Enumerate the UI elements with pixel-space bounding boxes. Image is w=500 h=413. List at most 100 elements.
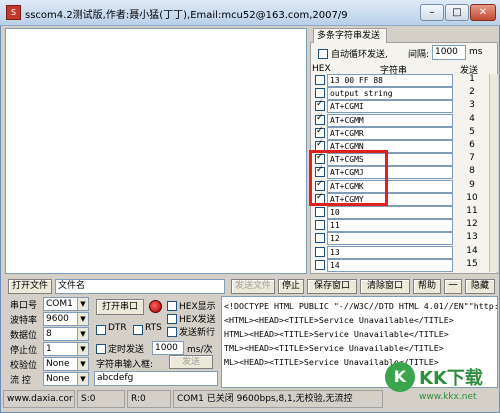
interval-unit: ms — [469, 47, 483, 57]
window-title: sscom4.2测试版,作者:聂小猛(丁丁),Email:mcu52@163.c… — [25, 10, 348, 21]
receive-area[interactable] — [5, 28, 307, 274]
log-line: HTML><HEAD><TITLE>Service Unavailable</T… — [224, 329, 449, 339]
row-hex-checkbox[interactable] — [315, 88, 325, 99]
string-input[interactable]: abcdefg — [94, 371, 218, 386]
row-send-button[interactable]: 12 — [462, 219, 482, 229]
row-send-button[interactable]: 5 — [462, 127, 482, 137]
row-send-button[interactable]: 2 — [462, 87, 482, 97]
maximize-button[interactable]: □ — [445, 4, 469, 21]
row-send-button[interactable]: 13 — [462, 232, 482, 242]
received-count: R:0 — [127, 390, 171, 408]
data-bits-select[interactable]: 8 ▼ — [43, 327, 89, 341]
minimize-button[interactable]: – — [420, 4, 444, 21]
row-send-button[interactable]: 14 — [462, 246, 482, 256]
row-hex-checkbox[interactable] — [315, 113, 325, 125]
row-string-input[interactable]: output string — [327, 87, 453, 101]
row-hex-checkbox[interactable] — [315, 233, 325, 244]
watermark-brand: KK下载 — [419, 368, 483, 389]
auto-loop-checkbox[interactable] — [318, 49, 328, 59]
tab-multi-send[interactable]: 多条字符串发送 — [313, 28, 387, 43]
col-hex: HEX — [312, 64, 331, 74]
baud-value: 9600 — [46, 314, 69, 324]
parity-select[interactable]: None ▼ — [43, 357, 89, 371]
chevron-down-icon: ▼ — [77, 313, 88, 325]
row-send-button[interactable]: 15 — [462, 259, 482, 269]
stop-bits-value: 1 — [46, 344, 52, 354]
port-select[interactable]: COM1 ▼ — [43, 297, 89, 311]
row-hex-checkbox[interactable] — [315, 220, 325, 231]
sent-count: S:0 — [77, 390, 125, 408]
app-icon: S — [6, 5, 21, 20]
row-send-button[interactable]: 3 — [462, 100, 482, 110]
parity-value: None — [46, 359, 70, 369]
row-string-input[interactable]: AT+CGMR — [327, 126, 453, 140]
list-scrollbar[interactable] — [489, 74, 498, 272]
port-value: COM1 — [46, 299, 73, 309]
row-hex-checkbox[interactable] — [315, 75, 325, 85]
hex-display-checkbox[interactable] — [167, 301, 177, 311]
website-status: www.daxia.cor — [3, 390, 75, 408]
input-box-label: 字符串输入框: — [96, 360, 154, 370]
rts-label: RTS — [145, 323, 162, 333]
row-hex-checkbox[interactable] — [315, 207, 325, 217]
timed-interval-input[interactable]: 1000 — [152, 341, 184, 355]
row-string-input[interactable]: 12 — [327, 232, 453, 246]
row-send-button[interactable]: 1 — [462, 74, 482, 84]
row-send-button[interactable]: 8 — [462, 166, 482, 176]
save-window-button[interactable]: 保存窗口 — [307, 279, 357, 294]
send-button[interactable]: 发送 — [169, 355, 213, 369]
chevron-down-icon: ▼ — [77, 298, 88, 310]
row-hex-checkbox[interactable] — [315, 246, 325, 257]
send-file-button[interactable]: 发送文件 — [231, 279, 275, 294]
file-name-input[interactable]: 文件名 — [55, 279, 225, 294]
row-string-input[interactable]: 14 — [327, 258, 453, 272]
flow-label: 流 控 — [10, 376, 31, 386]
hide-button[interactable]: 隐藏 — [465, 279, 495, 294]
record-indicator-icon — [149, 300, 162, 313]
row-string-input[interactable]: 13 00 FF 88 — [327, 74, 453, 87]
row-string-input[interactable]: AT+CGMI — [327, 100, 453, 114]
highlight-box — [309, 150, 388, 206]
open-port-button[interactable]: 打开串口 — [96, 299, 144, 315]
row-hex-checkbox[interactable] — [315, 259, 325, 270]
dtr-label: DTR — [108, 323, 127, 333]
row-send-button[interactable]: 6 — [462, 140, 482, 150]
row-string-input[interactable]: AT+CGMM — [327, 113, 453, 127]
watermark-url: www.kkx.net — [419, 392, 477, 402]
stop-bits-select[interactable]: 1 ▼ — [43, 342, 89, 356]
baud-select[interactable]: 9600 ▼ — [43, 312, 89, 326]
help-button[interactable]: 帮助 — [413, 279, 441, 294]
parity-label: 校验位 — [10, 361, 38, 371]
row-send-button[interactable]: 9 — [462, 180, 482, 190]
row-string-input[interactable]: 11 — [327, 219, 453, 233]
interval-input[interactable]: 1000 — [432, 45, 466, 60]
watermark: K KK下载 www.kkx.net — [385, 362, 497, 410]
row-send-button[interactable]: 10 — [462, 193, 482, 203]
row-hex-checkbox[interactable] — [315, 126, 325, 138]
flow-select[interactable]: None ▼ — [43, 372, 89, 386]
watermark-logo-icon: K — [385, 362, 415, 392]
row-send-button[interactable]: 11 — [462, 206, 482, 216]
auto-loop-label: 自动循环发送, — [331, 50, 388, 60]
send-newline-checkbox[interactable] — [167, 327, 177, 337]
row-send-button[interactable]: 4 — [462, 114, 482, 124]
hex-send-checkbox[interactable] — [167, 314, 177, 324]
dash-button[interactable]: 一 — [444, 279, 462, 294]
clear-window-button[interactable]: 清除窗口 — [360, 279, 410, 294]
row-string-input[interactable]: 10 — [327, 206, 453, 219]
row-send-button[interactable]: 7 — [462, 153, 482, 163]
flow-value: None — [46, 374, 70, 384]
log-line: <HTML><HEAD><TITLE>Service Unavailable</… — [224, 315, 454, 325]
timed-unit: ms/次 — [187, 345, 213, 355]
send-newline-label: 发送新行 — [179, 328, 216, 338]
stop-button[interactable]: 停止 — [278, 279, 304, 294]
close-button[interactable]: ✕ — [470, 4, 496, 21]
hex-display-label: HEX显示 — [179, 302, 216, 312]
open-file-button[interactable]: 打开文件 — [8, 279, 52, 294]
dtr-checkbox[interactable] — [96, 325, 106, 335]
row-string-input[interactable]: 13 — [327, 245, 453, 259]
hex-send-label: HEX发送 — [179, 315, 216, 325]
rts-checkbox[interactable] — [133, 325, 143, 335]
row-hex-checkbox[interactable] — [315, 99, 325, 112]
timed-send-checkbox[interactable] — [96, 344, 106, 354]
